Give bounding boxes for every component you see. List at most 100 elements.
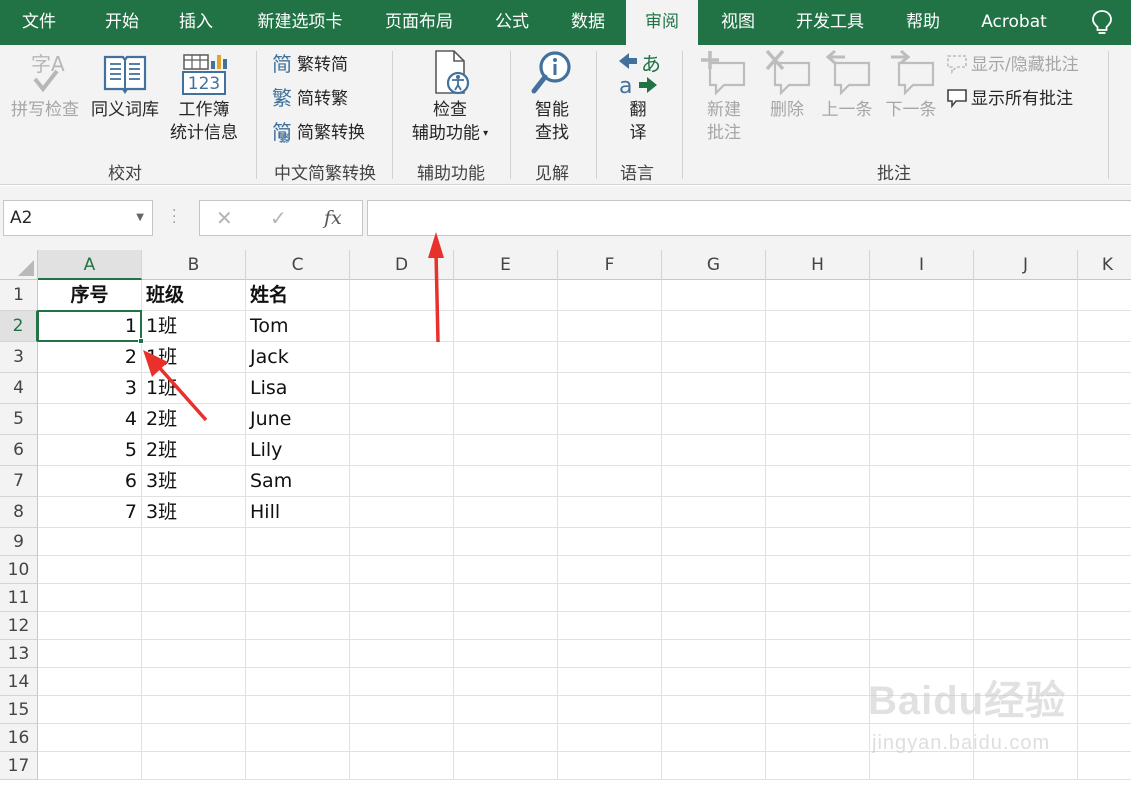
empty-cell[interactable]	[974, 466, 1078, 497]
empty-cell[interactable]	[1078, 724, 1131, 752]
empty-cell[interactable]	[350, 696, 454, 724]
empty-cell[interactable]	[454, 497, 558, 528]
data-cell-name[interactable]: Hill	[246, 497, 350, 528]
empty-cell[interactable]	[870, 497, 974, 528]
empty-cell[interactable]	[870, 435, 974, 466]
empty-cell[interactable]	[1078, 373, 1131, 404]
empty-cell[interactable]	[766, 342, 870, 373]
thesaurus-button[interactable]: 同义词库	[86, 49, 164, 122]
empty-cell[interactable]	[350, 435, 454, 466]
empty-cell[interactable]	[766, 584, 870, 612]
row-header-2[interactable]: 2	[0, 311, 38, 342]
empty-cell[interactable]	[142, 724, 246, 752]
data-cell-name[interactable]: June	[246, 404, 350, 435]
empty-cell[interactable]	[870, 528, 974, 556]
data-cell-index[interactable]: 6	[38, 466, 142, 497]
empty-cell[interactable]	[662, 280, 766, 311]
data-cell-class[interactable]: 2班	[142, 404, 246, 435]
empty-cell[interactable]	[454, 612, 558, 640]
data-cell-index[interactable]: 7	[38, 497, 142, 528]
empty-cell[interactable]	[454, 556, 558, 584]
select-all-button[interactable]	[0, 250, 38, 280]
empty-cell[interactable]	[246, 556, 350, 584]
next-comment-button[interactable]: 下一条	[880, 49, 942, 122]
data-cell-class[interactable]: 3班	[142, 497, 246, 528]
tab-new-tab[interactable]: 新建选项卡	[242, 0, 358, 45]
empty-cell[interactable]	[350, 668, 454, 696]
previous-comment-button[interactable]: 上一条	[816, 49, 878, 122]
row-header-10[interactable]: 10	[0, 556, 38, 584]
empty-cell[interactable]	[38, 556, 142, 584]
enter-icon[interactable]: ✓	[270, 201, 287, 235]
column-header-b[interactable]: B	[142, 250, 246, 280]
header-cell-index[interactable]: 序号	[38, 280, 142, 311]
row-header-1[interactable]: 1	[0, 280, 38, 311]
simp-to-trad-button[interactable]: 繁简转繁	[272, 85, 348, 113]
empty-cell[interactable]	[766, 640, 870, 668]
empty-cell[interactable]	[142, 668, 246, 696]
row-header-7[interactable]: 7	[0, 466, 38, 497]
empty-cell[interactable]	[142, 640, 246, 668]
tab-acrobat[interactable]: Acrobat	[966, 0, 1062, 45]
data-cell-class[interactable]: 2班	[142, 435, 246, 466]
data-cell-index[interactable]: 4	[38, 404, 142, 435]
empty-cell[interactable]	[1078, 466, 1131, 497]
row-header-5[interactable]: 5	[0, 404, 38, 435]
empty-cell[interactable]	[454, 311, 558, 342]
empty-cell[interactable]	[246, 612, 350, 640]
tab-data[interactable]: 数据	[555, 0, 621, 45]
row-header-9[interactable]: 9	[0, 528, 38, 556]
row-header-14[interactable]: 14	[0, 668, 38, 696]
empty-cell[interactable]	[974, 640, 1078, 668]
empty-cell[interactable]	[558, 696, 662, 724]
column-header-d[interactable]: D	[350, 250, 454, 280]
workbook-statistics-button[interactable]: 123 工作簿 统计信息	[166, 49, 242, 145]
empty-cell[interactable]	[246, 640, 350, 668]
formula-input[interactable]	[367, 200, 1131, 236]
empty-cell[interactable]	[766, 466, 870, 497]
tab-view[interactable]: 视图	[705, 0, 771, 45]
empty-cell[interactable]	[558, 404, 662, 435]
empty-cell[interactable]	[454, 466, 558, 497]
column-header-e[interactable]: E	[454, 250, 558, 280]
empty-cell[interactable]	[350, 528, 454, 556]
empty-cell[interactable]	[558, 668, 662, 696]
empty-cell[interactable]	[662, 724, 766, 752]
empty-cell[interactable]	[870, 404, 974, 435]
row-header-6[interactable]: 6	[0, 435, 38, 466]
empty-cell[interactable]	[454, 668, 558, 696]
empty-cell[interactable]	[974, 497, 1078, 528]
empty-cell[interactable]	[974, 342, 1078, 373]
empty-cell[interactable]	[350, 752, 454, 780]
empty-cell[interactable]	[558, 584, 662, 612]
empty-cell[interactable]	[350, 556, 454, 584]
empty-cell[interactable]	[766, 280, 870, 311]
empty-cell[interactable]	[246, 668, 350, 696]
empty-cell[interactable]	[350, 612, 454, 640]
tab-home[interactable]: 开始	[88, 0, 156, 45]
empty-cell[interactable]	[558, 466, 662, 497]
empty-cell[interactable]	[1078, 640, 1131, 668]
column-header-k[interactable]: K	[1078, 250, 1131, 280]
check-accessibility-button[interactable]: 检查 辅助功能 ▾	[400, 49, 500, 146]
empty-cell[interactable]	[142, 696, 246, 724]
empty-cell[interactable]	[766, 311, 870, 342]
empty-cell[interactable]	[1078, 342, 1131, 373]
data-cell-class[interactable]: 1班	[142, 373, 246, 404]
row-header-11[interactable]: 11	[0, 584, 38, 612]
row-header-3[interactable]: 3	[0, 342, 38, 373]
empty-cell[interactable]	[142, 556, 246, 584]
data-cell-index[interactable]: 5	[38, 435, 142, 466]
row-header-13[interactable]: 13	[0, 640, 38, 668]
empty-cell[interactable]	[454, 696, 558, 724]
empty-cell[interactable]	[38, 696, 142, 724]
header-cell-class[interactable]: 班级	[142, 280, 246, 311]
empty-cell[interactable]	[246, 528, 350, 556]
empty-cell[interactable]	[454, 404, 558, 435]
tab-review[interactable]: 审阅	[626, 0, 698, 45]
tab-file[interactable]: 文件	[6, 0, 72, 45]
empty-cell[interactable]	[662, 556, 766, 584]
empty-cell[interactable]	[662, 528, 766, 556]
empty-cell[interactable]	[350, 640, 454, 668]
empty-cell[interactable]	[974, 584, 1078, 612]
